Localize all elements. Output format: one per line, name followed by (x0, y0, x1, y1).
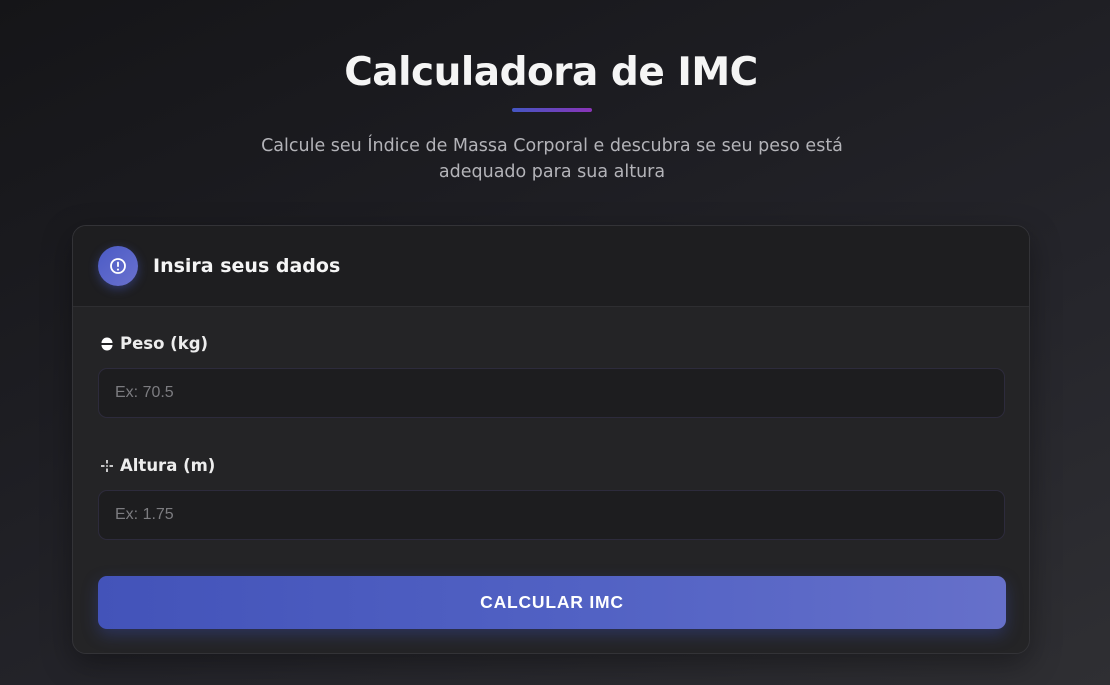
weight-input[interactable] (98, 368, 1005, 418)
height-label: Altura (m) (100, 456, 215, 476)
card-title: Insira seus dados (153, 255, 341, 277)
page-subtitle: Calcule seu Índice de Massa Corporal e d… (261, 136, 843, 182)
height-input[interactable] (98, 490, 1005, 540)
alert-circle-icon (98, 246, 138, 286)
height-label-text: Altura (m) (120, 456, 216, 475)
weight-label-text: Peso (kg) (120, 334, 209, 353)
weight-label: Peso (kg) (100, 334, 208, 354)
title-underline (512, 108, 592, 112)
weight-icon (100, 337, 114, 351)
page-title: Calculadora de IMC (344, 50, 758, 95)
card-header: Insira seus dados (73, 226, 1029, 307)
calculate-button[interactable]: CALCULAR IMC (98, 576, 1006, 629)
height-arrows-icon (100, 459, 114, 473)
bmi-form-card: Insira seus dados Peso (kg) Altura (m) C… (72, 225, 1030, 654)
